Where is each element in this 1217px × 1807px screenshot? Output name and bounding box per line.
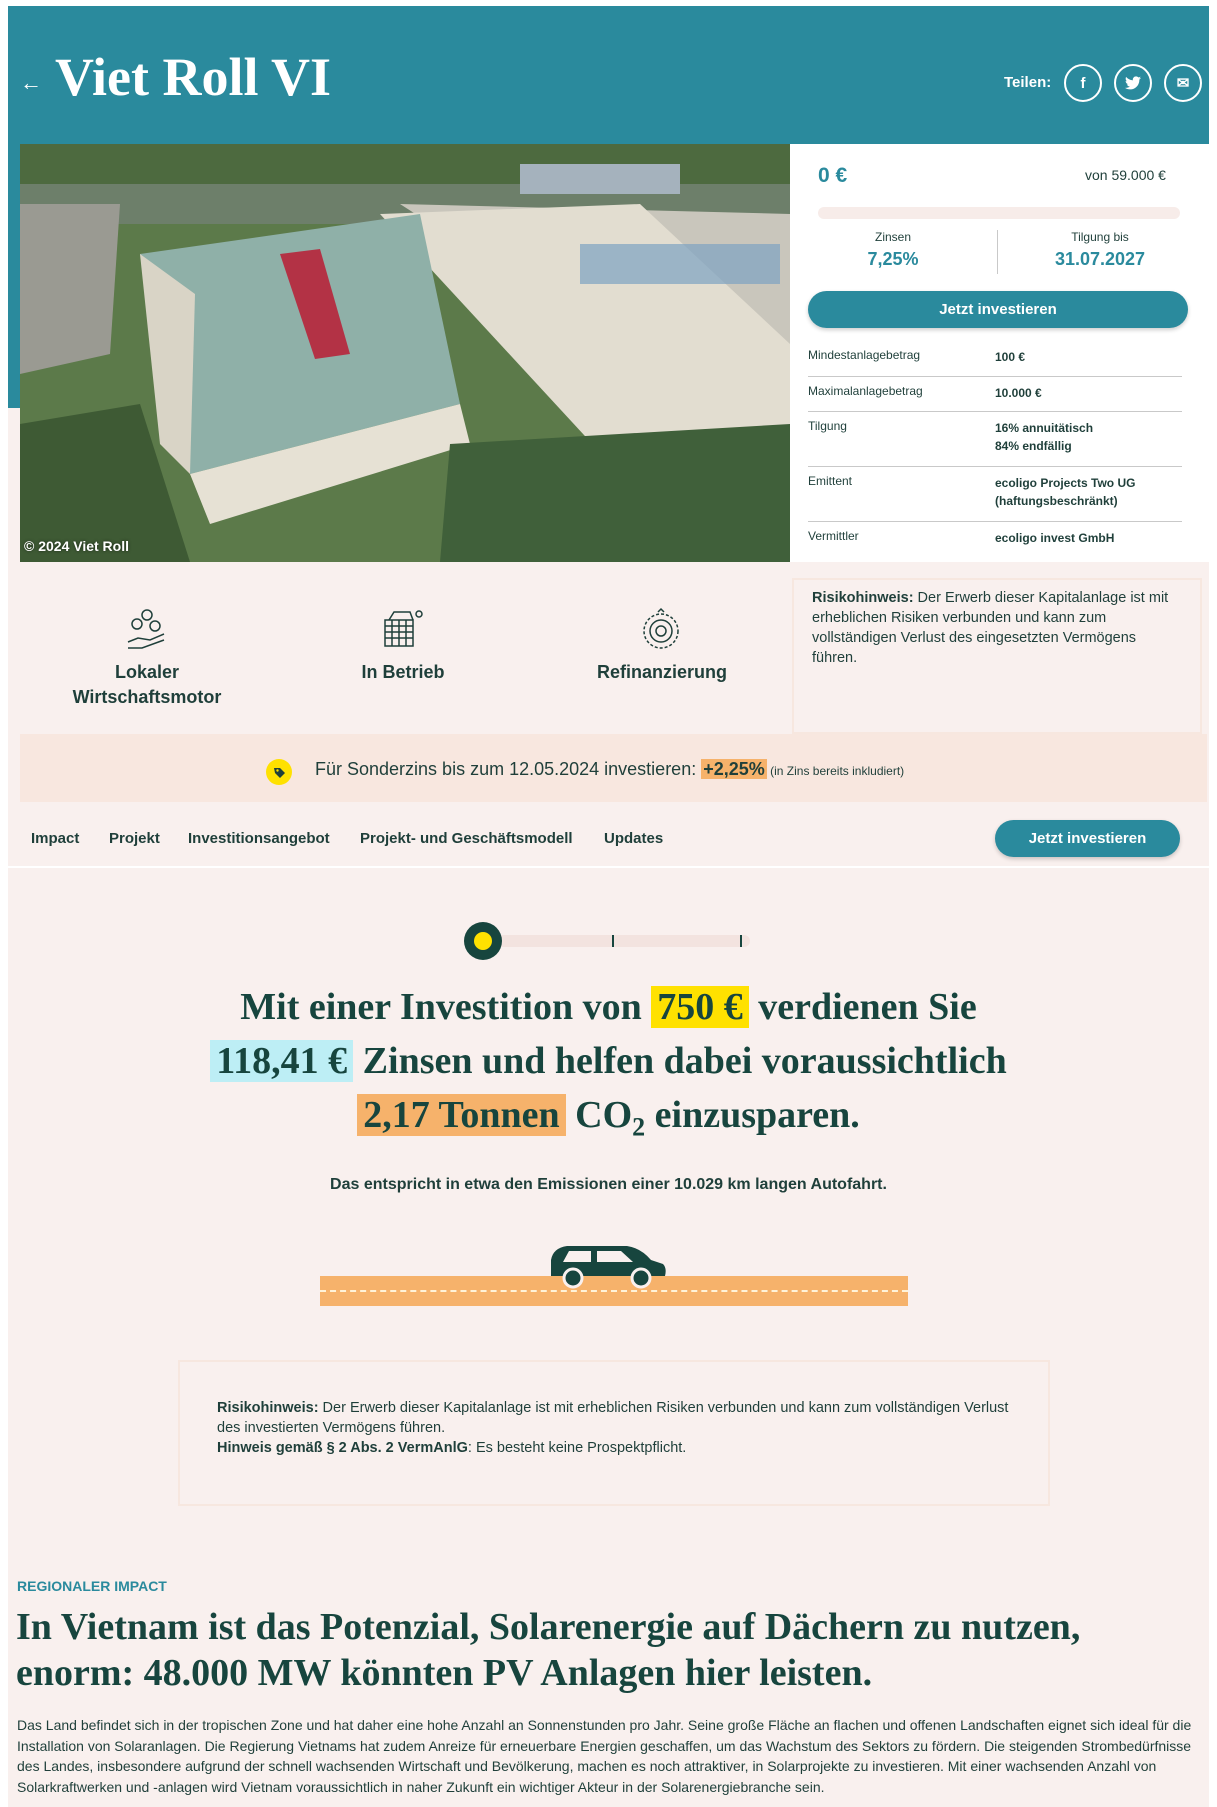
feature-refinance-label: Refinanzierung [596, 662, 727, 682]
solar-building-icon [380, 606, 426, 657]
emission-equivalent: Das entspricht in etwa den Emissionen ei… [330, 1176, 887, 1193]
detail-value: 100 € [995, 350, 1026, 364]
invest-now-button[interactable]: Jetzt investieren [808, 291, 1188, 328]
twitter-icon[interactable] [1114, 64, 1152, 102]
mail-icon[interactable]: ✉ [1164, 64, 1202, 102]
interest-amount: 118,41 € [210, 1040, 354, 1082]
road-dashes [320, 1290, 908, 1292]
investment-slider-handle[interactable] [464, 922, 502, 960]
co2-amount: 2,17 Tonnen [357, 1094, 566, 1136]
detail-value: 10.000 € [995, 386, 1042, 400]
detail-key: Emittent [808, 474, 853, 488]
feature-operation-label: In Betrieb [361, 662, 445, 682]
promo-note: (in Zins bereits inkludiert) [766, 764, 905, 778]
economy-icon [124, 606, 170, 657]
detail-value: 16% annuitätisch 84% endfällig [995, 421, 1094, 453]
detail-row: Tilgung 16% annuitätisch 84% endfällig [808, 411, 1182, 467]
risk-notice-text: Der Erwerb dieser Kapitalanlage ist mit … [217, 1400, 1009, 1436]
headline-text: einzusparen. [645, 1094, 860, 1136]
detail-row: Vermittler ecoligo invest GmbH [808, 521, 1182, 555]
co2-subscript: 2 [632, 1112, 646, 1142]
detail-key: Maximalanlagebetrag [808, 384, 923, 398]
nav-item-geschaeftsmodell[interactable]: Projekt- und Geschäftsmodell [360, 830, 573, 847]
nav-item-updates[interactable]: Updates [604, 830, 663, 847]
risk-notice: Risikohinweis: Der Erwerb dieser Kapital… [812, 588, 1182, 668]
promo-bonus: +2,25% [701, 759, 767, 779]
repayment-label: Tilgung bis [1071, 230, 1129, 244]
page-title: Viet Roll VI [55, 47, 331, 107]
photo-credit: © 2024 Viet Roll [24, 538, 129, 554]
car-icon [545, 1240, 669, 1290]
risk-notice-2: Risikohinweis: Der Erwerb dieser Kapital… [217, 1398, 1017, 1458]
interest-value: 7,25% [867, 249, 919, 269]
nav-item-investitionsangebot[interactable]: Investitionsangebot [188, 830, 330, 847]
feature-economy-label: Lokaler Wirtschaftsmotor [72, 662, 222, 707]
section-eyebrow: REGIONALER IMPACT [17, 1578, 167, 1594]
detail-value: ecoligo invest GmbH [995, 531, 1115, 545]
project-photo [20, 144, 790, 562]
detail-key: Tilgung [808, 419, 847, 433]
section-title: In Vietnam ist das Potenzial, Solarenerg… [16, 1606, 1081, 1694]
slider-tick [740, 935, 742, 947]
funding-progress-bar [818, 207, 1180, 219]
detail-row: Mindestanlagebetrag 100 € [808, 340, 1182, 377]
slider-handle-center [474, 932, 492, 950]
raised-amount: 0 € [818, 164, 848, 187]
nav-item-projekt[interactable]: Projekt [109, 830, 160, 847]
detail-key: Mindestanlagebetrag [808, 348, 921, 362]
tag-icon [266, 759, 292, 785]
detail-row: Emittent ecoligo Projects Two UG (haftun… [808, 466, 1182, 522]
risk-notice-title: Risikohinweis: [812, 590, 914, 606]
promo-message: Für Sonderzins bis zum 12.05.2024 invest… [315, 759, 702, 779]
stat-divider [997, 230, 998, 274]
nav-divider [8, 866, 1209, 868]
funding-target: von 59.000 € [1085, 167, 1166, 183]
headline-text: verdienen Sie [748, 986, 977, 1028]
impact-headline: Mit einer Investition von 750 € verdiene… [0, 980, 1217, 1155]
repayment-value: 31.07.2027 [1054, 249, 1146, 269]
risk-notice-title: Risikohinweis: [217, 1400, 319, 1416]
detail-key: Vermittler [808, 529, 859, 543]
facebook-icon[interactable]: f [1064, 64, 1102, 102]
back-arrow-icon[interactable]: ← [20, 70, 42, 96]
section-body: Das Land befindet sich in der tropischen… [17, 1717, 1192, 1795]
share-label: Teilen: [1004, 74, 1052, 91]
detail-value: ecoligo Projects Two UG (haftungsbeschrä… [995, 476, 1136, 508]
slider-tick [612, 935, 614, 947]
promo-text: Für Sonderzins bis zum 12.05.2024 invest… [315, 759, 904, 780]
headline-text: Zinsen und helfen dabei voraussichtlich [353, 1040, 1007, 1082]
refinance-icon [638, 606, 684, 657]
headline-text: Mit einer Investition von [240, 986, 652, 1028]
nav-invest-now-button[interactable]: Jetzt investieren [995, 820, 1180, 857]
prospectus-notice-text: : Es besteht keine Prospektpflicht. [467, 1440, 687, 1456]
nav-item-impact[interactable]: Impact [31, 830, 79, 847]
investment-amount: 750 € [651, 986, 749, 1028]
twitter-bird-icon [1125, 76, 1141, 90]
prospectus-notice-title: Hinweis gemäß § 2 Abs. 2 VermAnlG [217, 1440, 468, 1456]
detail-row: Maximalanlagebetrag 10.000 € [808, 376, 1182, 412]
interest-label: Zinsen [874, 230, 912, 244]
headline-text: CO [565, 1094, 633, 1136]
